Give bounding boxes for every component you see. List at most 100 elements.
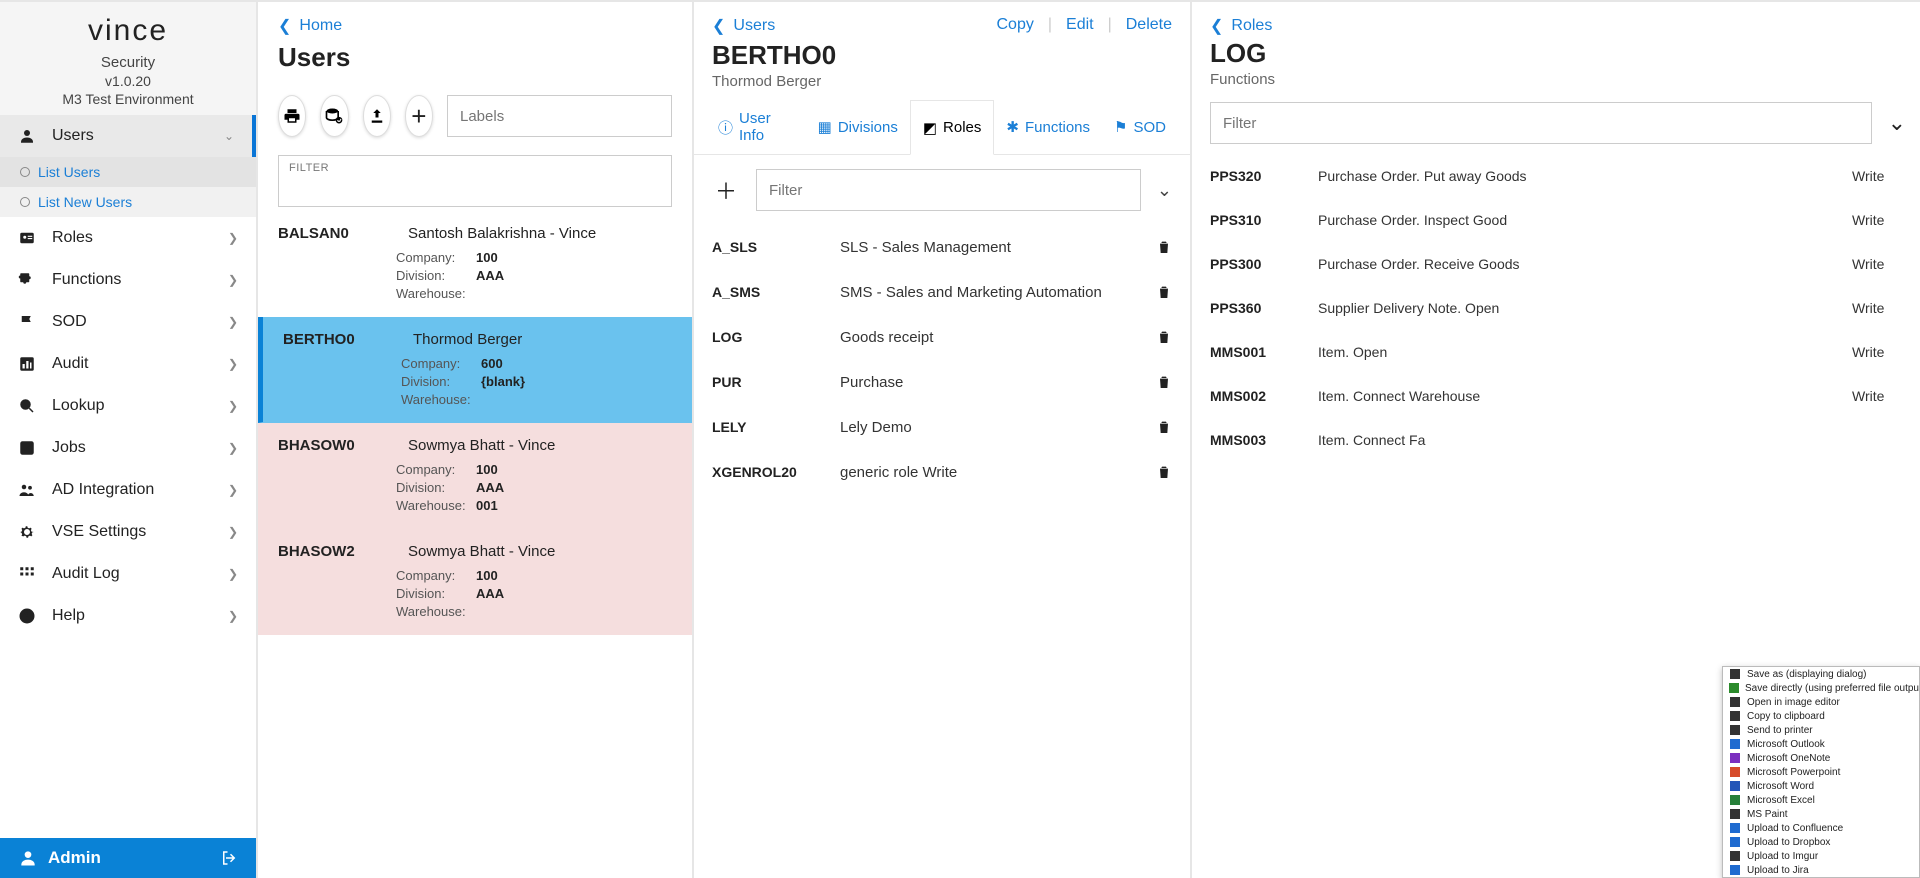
expand-roles-button[interactable]: ⌄: [1157, 180, 1172, 201]
nav-item-audit[interactable]: Audit❯: [0, 343, 256, 385]
tab-user-info[interactable]: ⓘUser Info: [706, 100, 806, 154]
context-menu-item[interactable]: Upload to Dropbox: [1723, 835, 1919, 849]
role-row[interactable]: A_SMSSMS - Sales and Marketing Automatio…: [698, 270, 1186, 315]
user-icon: [18, 127, 40, 145]
function-row[interactable]: PPS360Supplier Delivery Note. OpenWrite: [1194, 286, 1918, 330]
user-card[interactable]: BHASOW2Sowmya Bhatt - VinceCompany:100Di…: [258, 529, 692, 635]
function-name: Item. Connect Warehouse: [1318, 388, 1852, 404]
add-role-button[interactable]: ＋: [712, 174, 740, 206]
users-filter-box[interactable]: FILTER: [278, 155, 672, 207]
context-menu-item[interactable]: Save as (displaying dialog): [1723, 667, 1919, 681]
context-menu-item[interactable]: Open in image editor: [1723, 695, 1919, 709]
role-row[interactable]: A_SLSSLS - Sales Management: [698, 225, 1186, 270]
delete-button[interactable]: Delete: [1126, 16, 1172, 36]
nav-item-sod[interactable]: SOD❯: [0, 301, 256, 343]
meta-company-label: Company:: [396, 462, 466, 477]
right-title: LOG: [1192, 36, 1920, 69]
sidebar: vince Security v1.0.20 M3 Test Environme…: [0, 2, 256, 878]
tab-user-info-label: User Info: [739, 110, 794, 144]
app-icon: [1729, 766, 1741, 778]
context-menu-item[interactable]: Microsoft Powerpoint: [1723, 765, 1919, 779]
context-menu-item[interactable]: Microsoft Word: [1723, 779, 1919, 793]
function-name: Supplier Delivery Note. Open: [1318, 300, 1852, 316]
nav-item-ad-integration[interactable]: AD Integration❯: [0, 469, 256, 511]
delete-role-button[interactable]: [1156, 464, 1172, 480]
breadcrumb-roles[interactable]: ❮ Roles: [1210, 16, 1902, 36]
nav-item-lookup[interactable]: Lookup❯: [0, 385, 256, 427]
context-menu-item[interactable]: Upload to Confluence: [1723, 821, 1919, 835]
user-circle-icon: [18, 848, 38, 868]
tab-sod[interactable]: ⚑SOD: [1102, 100, 1178, 154]
context-menu-item[interactable]: MS Paint: [1723, 807, 1919, 821]
delete-role-button[interactable]: [1156, 419, 1172, 435]
chevron-right-icon: ❯: [228, 567, 238, 581]
context-menu-item[interactable]: Upload to Jira: [1723, 863, 1919, 877]
context-menu-item[interactable]: Microsoft Outlook: [1723, 737, 1919, 751]
nav-item-vse-settings[interactable]: VSE Settings❯: [0, 511, 256, 553]
context-menu-label: Upload to Confluence: [1747, 823, 1843, 834]
delete-role-button[interactable]: [1156, 284, 1172, 300]
expand-functions-button[interactable]: ⌄: [1882, 110, 1912, 136]
nav-item-jobs[interactable]: Jobs❯: [0, 427, 256, 469]
tab-divisions[interactable]: ▦Divisions: [806, 100, 910, 154]
tab-functions-label: Functions: [1025, 119, 1090, 136]
context-menu-item[interactable]: Copy to clipboard: [1723, 709, 1919, 723]
search-icon: [18, 397, 40, 415]
user-card[interactable]: BERTHO0Thormod BergerCompany:600Division…: [258, 317, 692, 423]
context-menu-item[interactable]: Send to printer: [1723, 723, 1919, 737]
context-menu[interactable]: Save as (displaying dialog)Save directly…: [1722, 666, 1920, 878]
nav-item-audit-log[interactable]: Audit Log❯: [0, 553, 256, 595]
delete-role-button[interactable]: [1156, 239, 1172, 255]
right-subtitle: Functions: [1192, 69, 1920, 102]
breadcrumb-users[interactable]: ❮ Users: [712, 16, 775, 36]
chevron-left-icon: ❮: [1210, 16, 1223, 36]
nav-item-help[interactable]: Help❯: [0, 595, 256, 637]
delete-role-button[interactable]: [1156, 329, 1172, 345]
admin-bar[interactable]: Admin: [0, 838, 256, 878]
context-menu-item[interactable]: Microsoft OneNote: [1723, 751, 1919, 765]
function-row[interactable]: PPS310Purchase Order. Inspect GoodWrite: [1194, 198, 1918, 242]
nav-item-roles[interactable]: Roles❯: [0, 217, 256, 259]
nav-item-label: AD Integration: [52, 481, 154, 499]
role-row[interactable]: PURPurchase: [698, 360, 1186, 405]
nav-sub-list-users[interactable]: List Users: [0, 157, 256, 187]
add-button[interactable]: +: [405, 95, 433, 137]
context-menu-item[interactable]: Microsoft Excel: [1723, 793, 1919, 807]
upload-button[interactable]: [363, 95, 391, 137]
role-row[interactable]: LELYLely Demo: [698, 405, 1186, 450]
nav-item-functions[interactable]: Functions❯: [0, 259, 256, 301]
context-menu-item[interactable]: Upload to Imgur: [1723, 849, 1919, 863]
context-menu-item[interactable]: Save directly (using preferred file outp…: [1723, 681, 1919, 695]
tab-functions[interactable]: ✱Functions: [994, 100, 1102, 154]
logout-icon[interactable]: [220, 849, 238, 867]
nav-sub-list-new-users[interactable]: List New Users: [0, 187, 256, 217]
print-button[interactable]: [278, 95, 306, 137]
function-permission: Write: [1852, 256, 1902, 272]
role-row[interactable]: XGENROL20generic role Write: [698, 450, 1186, 495]
delete-role-button[interactable]: [1156, 374, 1172, 390]
users-title: Users: [278, 42, 672, 73]
labels-input[interactable]: [447, 95, 672, 137]
nav-item-users[interactable]: Users⌄: [0, 115, 256, 157]
function-row[interactable]: PPS320Purchase Order. Put away GoodsWrit…: [1194, 154, 1918, 198]
function-row[interactable]: PPS300Purchase Order. Receive GoodsWrite: [1194, 242, 1918, 286]
function-name: Purchase Order. Inspect Good: [1318, 212, 1852, 228]
functions-filter-input[interactable]: [1210, 102, 1872, 144]
user-card[interactable]: BHASOW0Sowmya Bhatt - VinceCompany:100Di…: [258, 423, 692, 529]
function-permission: Write: [1852, 344, 1902, 360]
tab-roles[interactable]: ◩Roles: [910, 100, 995, 155]
user-card[interactable]: BALSAN0Santosh Balakrishna - VinceCompan…: [258, 211, 692, 317]
nav-item-label: VSE Settings: [52, 523, 146, 541]
function-row[interactable]: MMS001Item. OpenWrite: [1194, 330, 1918, 374]
role-code: PUR: [712, 374, 840, 390]
role-code: LOG: [712, 329, 840, 345]
meta-warehouse-label: Warehouse:: [396, 498, 466, 513]
copy-button[interactable]: Copy: [997, 16, 1034, 36]
roles-filter-input[interactable]: [756, 169, 1141, 211]
refresh-db-button[interactable]: [320, 95, 348, 137]
function-row[interactable]: MMS002Item. Connect WarehouseWrite: [1194, 374, 1918, 418]
role-row[interactable]: LOGGoods receipt: [698, 315, 1186, 360]
breadcrumb-home[interactable]: ❮ Home: [278, 16, 672, 36]
edit-button[interactable]: Edit: [1066, 16, 1094, 36]
function-row[interactable]: MMS003Item. Connect Fa: [1194, 418, 1918, 462]
